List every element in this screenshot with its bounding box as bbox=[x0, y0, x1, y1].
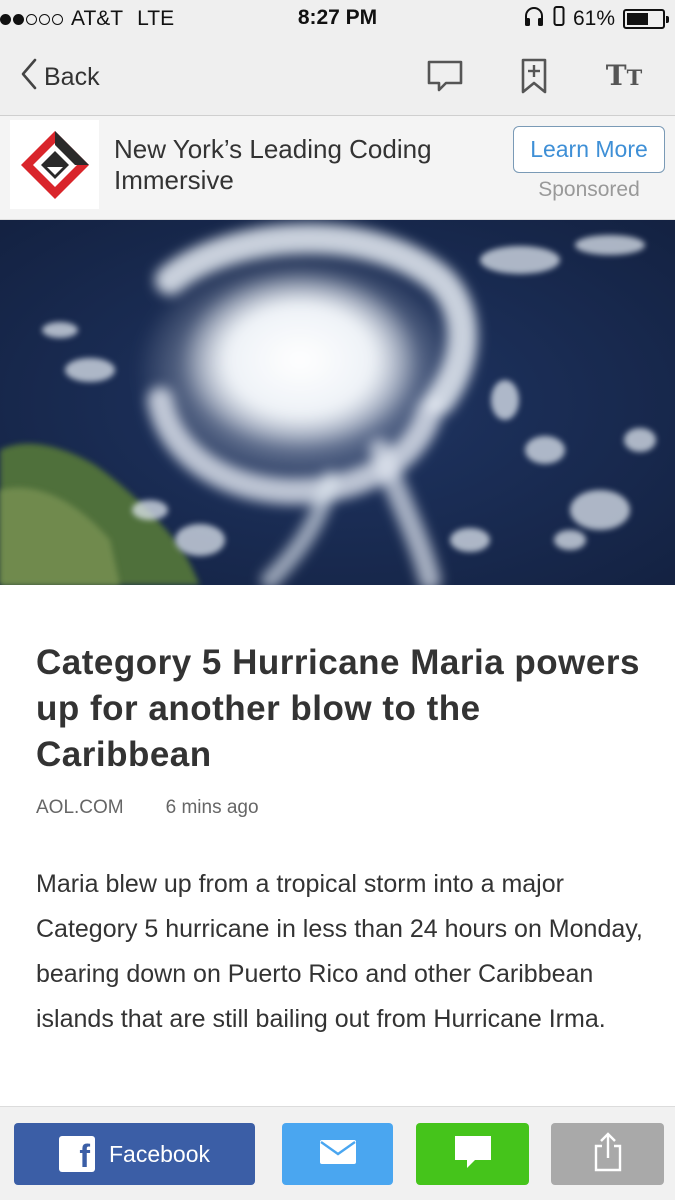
mail-icon bbox=[319, 1139, 357, 1170]
article-timestamp: 6 mins ago bbox=[165, 797, 259, 818]
back-button[interactable]: Back bbox=[20, 58, 100, 96]
ad-logo bbox=[10, 120, 99, 209]
back-label: Back bbox=[44, 62, 100, 91]
article-body: Maria blew up from a tropical storm into… bbox=[36, 870, 643, 1033]
article-meta: AOL.COM 6 mins ago bbox=[36, 797, 259, 819]
navigation-bar: Back TT bbox=[0, 38, 675, 116]
battery-level bbox=[627, 13, 648, 25]
status-right: 61% bbox=[523, 5, 669, 33]
share-upload-icon bbox=[592, 1131, 624, 1177]
bookmark-add-icon[interactable] bbox=[514, 56, 554, 96]
facebook-share-button[interactable]: f Facebook bbox=[14, 1123, 255, 1185]
facebook-icon: f bbox=[58, 1136, 95, 1172]
comment-icon[interactable] bbox=[425, 56, 465, 96]
share-bar: f Facebook bbox=[0, 1106, 675, 1200]
text-size-icon[interactable]: TT bbox=[604, 56, 644, 96]
more-share-button[interactable] bbox=[551, 1123, 664, 1185]
battery-percentage: 61% bbox=[572, 7, 615, 30]
headphones-icon bbox=[523, 5, 545, 33]
article-hero-image bbox=[0, 220, 675, 585]
sponsored-ad[interactable]: New York’s Leading Coding Immersive Lear… bbox=[0, 116, 675, 220]
learn-more-button[interactable]: Learn More bbox=[513, 126, 665, 173]
orientation-lock-icon bbox=[553, 5, 565, 33]
article-headline: Category 5 Hurricane Maria powers up for… bbox=[36, 643, 640, 774]
status-bar: AT&T LTE 8:27 PM 61% bbox=[0, 0, 675, 38]
article-source[interactable]: AOL.COM bbox=[36, 797, 124, 819]
battery-icon bbox=[623, 9, 669, 29]
sponsored-label: Sponsored bbox=[538, 178, 640, 201]
ad-headline[interactable]: New York’s Leading Coding Immersive bbox=[114, 134, 494, 196]
message-icon bbox=[453, 1134, 493, 1175]
email-share-button[interactable] bbox=[282, 1123, 393, 1185]
facebook-share-label: Facebook bbox=[108, 1140, 210, 1167]
chevron-left-icon bbox=[20, 57, 38, 98]
message-share-button[interactable] bbox=[416, 1123, 529, 1185]
